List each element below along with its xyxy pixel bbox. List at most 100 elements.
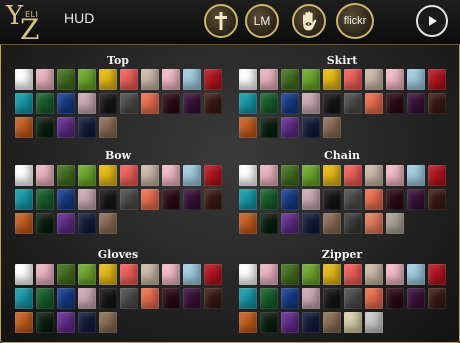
color-swatch[interactable] <box>57 69 75 90</box>
color-swatch[interactable] <box>204 69 222 90</box>
color-swatch[interactable] <box>120 165 138 186</box>
color-swatch[interactable] <box>281 117 299 138</box>
color-swatch[interactable] <box>281 189 299 210</box>
color-swatch[interactable] <box>407 189 425 210</box>
color-swatch[interactable] <box>99 93 117 114</box>
color-swatch[interactable] <box>78 213 96 234</box>
color-swatch[interactable] <box>260 117 278 138</box>
color-swatch[interactable] <box>344 69 362 90</box>
color-swatch[interactable] <box>281 213 299 234</box>
color-swatch[interactable] <box>281 312 299 333</box>
color-swatch[interactable] <box>99 288 117 309</box>
color-swatch[interactable] <box>15 288 33 309</box>
color-swatch[interactable] <box>323 312 341 333</box>
color-swatch[interactable] <box>260 288 278 309</box>
color-swatch[interactable] <box>183 189 201 210</box>
color-swatch[interactable] <box>302 264 320 285</box>
color-swatch[interactable] <box>428 288 446 309</box>
color-swatch[interactable] <box>78 189 96 210</box>
color-swatch[interactable] <box>365 312 383 333</box>
color-swatch[interactable] <box>57 189 75 210</box>
color-swatch[interactable] <box>162 69 180 90</box>
color-swatch[interactable] <box>15 189 33 210</box>
color-swatch[interactable] <box>99 117 117 138</box>
color-swatch[interactable] <box>407 264 425 285</box>
color-swatch[interactable] <box>78 117 96 138</box>
color-swatch[interactable] <box>78 93 96 114</box>
color-swatch[interactable] <box>120 93 138 114</box>
color-swatch[interactable] <box>302 69 320 90</box>
color-swatch[interactable] <box>183 93 201 114</box>
color-swatch[interactable] <box>99 189 117 210</box>
color-swatch[interactable] <box>36 264 54 285</box>
color-swatch[interactable] <box>323 213 341 234</box>
color-swatch[interactable] <box>323 165 341 186</box>
color-swatch[interactable] <box>365 264 383 285</box>
color-swatch[interactable] <box>344 264 362 285</box>
color-swatch[interactable] <box>99 165 117 186</box>
color-swatch[interactable] <box>204 288 222 309</box>
flickr-button[interactable]: flickr <box>336 3 374 39</box>
color-swatch[interactable] <box>365 189 383 210</box>
color-swatch[interactable] <box>204 264 222 285</box>
color-swatch[interactable] <box>183 165 201 186</box>
color-swatch[interactable] <box>386 288 404 309</box>
color-swatch[interactable] <box>78 288 96 309</box>
color-swatch[interactable] <box>57 213 75 234</box>
color-swatch[interactable] <box>365 213 383 234</box>
color-swatch[interactable] <box>120 69 138 90</box>
color-swatch[interactable] <box>428 165 446 186</box>
color-swatch[interactable] <box>365 288 383 309</box>
color-swatch[interactable] <box>162 288 180 309</box>
color-swatch[interactable] <box>239 93 257 114</box>
color-swatch[interactable] <box>323 288 341 309</box>
color-swatch[interactable] <box>428 189 446 210</box>
color-swatch[interactable] <box>428 93 446 114</box>
color-swatch[interactable] <box>57 264 75 285</box>
color-swatch[interactable] <box>162 264 180 285</box>
color-swatch[interactable] <box>162 189 180 210</box>
color-swatch[interactable] <box>57 288 75 309</box>
color-swatch[interactable] <box>281 69 299 90</box>
play-button[interactable] <box>416 5 448 37</box>
color-swatch[interactable] <box>162 165 180 186</box>
color-swatch[interactable] <box>36 117 54 138</box>
landmark-button[interactable]: LM <box>245 4 279 38</box>
color-swatch[interactable] <box>260 93 278 114</box>
color-swatch[interactable] <box>36 69 54 90</box>
color-swatch[interactable] <box>15 213 33 234</box>
color-swatch[interactable] <box>386 165 404 186</box>
color-swatch[interactable] <box>302 312 320 333</box>
color-swatch[interactable] <box>141 69 159 90</box>
color-swatch[interactable] <box>36 213 54 234</box>
color-swatch[interactable] <box>78 165 96 186</box>
color-swatch[interactable] <box>36 165 54 186</box>
color-swatch[interactable] <box>386 213 404 234</box>
color-swatch[interactable] <box>239 69 257 90</box>
color-swatch[interactable] <box>260 264 278 285</box>
color-swatch[interactable] <box>57 312 75 333</box>
color-swatch[interactable] <box>141 288 159 309</box>
color-swatch[interactable] <box>141 93 159 114</box>
color-swatch[interactable] <box>239 189 257 210</box>
color-swatch[interactable] <box>15 165 33 186</box>
color-swatch[interactable] <box>386 189 404 210</box>
color-swatch[interactable] <box>344 189 362 210</box>
color-swatch[interactable] <box>239 213 257 234</box>
color-swatch[interactable] <box>239 165 257 186</box>
color-swatch[interactable] <box>141 165 159 186</box>
color-swatch[interactable] <box>281 264 299 285</box>
color-swatch[interactable] <box>183 288 201 309</box>
color-swatch[interactable] <box>302 189 320 210</box>
color-swatch[interactable] <box>141 189 159 210</box>
color-swatch[interactable] <box>15 93 33 114</box>
color-swatch[interactable] <box>78 69 96 90</box>
color-swatch[interactable] <box>344 93 362 114</box>
color-swatch[interactable] <box>99 69 117 90</box>
color-swatch[interactable] <box>344 312 362 333</box>
color-swatch[interactable] <box>120 288 138 309</box>
color-swatch[interactable] <box>323 117 341 138</box>
color-swatch[interactable] <box>407 288 425 309</box>
church-cross-button[interactable] <box>204 4 238 38</box>
color-swatch[interactable] <box>365 93 383 114</box>
